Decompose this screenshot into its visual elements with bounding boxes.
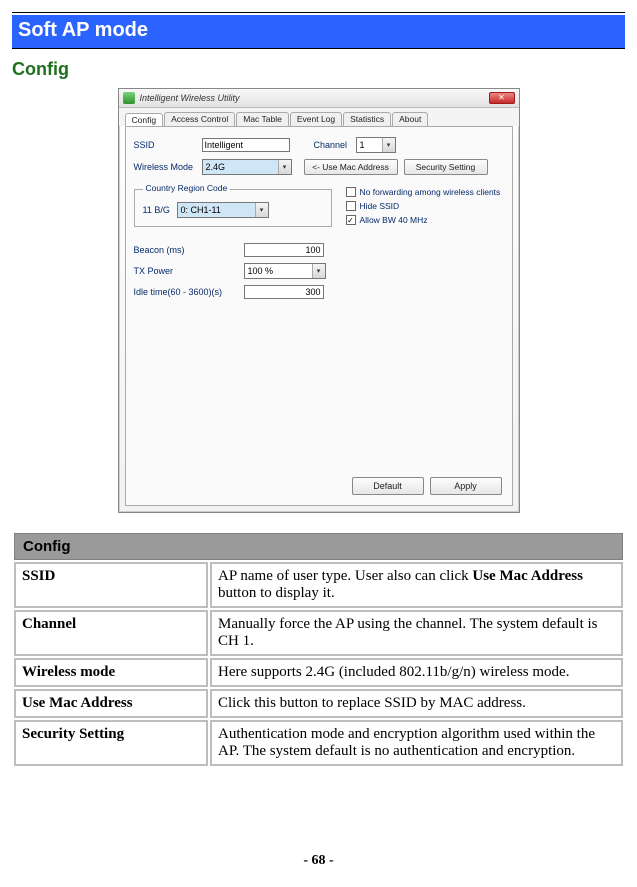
idle-time-input[interactable]: 300 bbox=[244, 285, 324, 299]
channel-label: Channel bbox=[314, 140, 356, 150]
country-region-legend: Country Region Code bbox=[143, 183, 231, 193]
no-forwarding-checkbox[interactable]: No forwarding among wireless clients bbox=[346, 187, 501, 197]
app-window: Intelligent Wireless Utility ✕ Config Ac… bbox=[118, 88, 520, 513]
table-row: Wireless mode Here supports 2.4G (includ… bbox=[14, 658, 623, 687]
allow-bw40-label: Allow BW 40 MHz bbox=[360, 215, 428, 225]
ssid-input[interactable]: Intelligent bbox=[202, 138, 290, 152]
table-row: Security Setting Authentication mode and… bbox=[14, 720, 623, 766]
text-fragment: AP name of user type. User also can clic… bbox=[218, 568, 472, 584]
tab-event-log[interactable]: Event Log bbox=[290, 112, 342, 126]
row-key-channel: Channel bbox=[14, 610, 208, 656]
chevron-down-icon: ▾ bbox=[312, 264, 325, 278]
apply-button[interactable]: Apply bbox=[430, 477, 502, 495]
row-desc-channel: Manually force the AP using the channel.… bbox=[210, 610, 623, 656]
channel-value: 1 bbox=[357, 138, 382, 152]
page-number: - 68 - bbox=[0, 853, 637, 869]
txpower-label: TX Power bbox=[134, 266, 244, 276]
config-table-header: Config bbox=[14, 533, 623, 560]
row-key-security: Security Setting bbox=[14, 720, 208, 766]
tab-mac-table[interactable]: Mac Table bbox=[236, 112, 289, 126]
country-11bg-label: 11 B/G bbox=[143, 205, 177, 215]
row-desc-wireless-mode: Here supports 2.4G (included 802.11b/g/n… bbox=[210, 658, 623, 687]
row-key-use-mac: Use Mac Address bbox=[14, 689, 208, 718]
wireless-mode-value: 2.4G bbox=[203, 160, 278, 174]
config-table: Config SSID AP name of user type. User a… bbox=[12, 531, 625, 768]
txpower-value: 100 % bbox=[245, 264, 312, 278]
tab-statistics[interactable]: Statistics bbox=[343, 112, 391, 126]
chevron-down-icon: ▾ bbox=[255, 203, 268, 217]
app-icon bbox=[123, 92, 135, 104]
chevron-down-icon: ▾ bbox=[278, 160, 291, 174]
txpower-select[interactable]: 100 % ▾ bbox=[244, 263, 326, 279]
close-icon[interactable]: ✕ bbox=[489, 92, 515, 104]
table-row: Channel Manually force the AP using the … bbox=[14, 610, 623, 656]
beacon-label: Beacon (ms) bbox=[134, 245, 244, 255]
tab-strip: Config Access Control Mac Table Event Lo… bbox=[119, 108, 519, 126]
row-desc-ssid: AP name of user type. User also can clic… bbox=[210, 562, 623, 608]
default-button[interactable]: Default bbox=[352, 477, 424, 495]
country-region-value: 0: CH1-11 bbox=[178, 203, 255, 217]
window-titlebar: Intelligent Wireless Utility ✕ bbox=[119, 89, 519, 108]
country-region-group: Country Region Code 11 B/G 0: CH1-11 ▾ bbox=[134, 189, 332, 227]
text-bold: Use Mac Address bbox=[472, 568, 583, 584]
checkbox-checked-icon: ✓ bbox=[346, 215, 356, 225]
idle-time-label: Idle time(60 - 3600)(s) bbox=[134, 287, 244, 297]
no-forwarding-label: No forwarding among wireless clients bbox=[360, 187, 501, 197]
subheading-config: Config bbox=[12, 59, 625, 80]
section-title: Soft AP mode bbox=[12, 15, 625, 49]
tab-access-control[interactable]: Access Control bbox=[164, 112, 235, 126]
security-setting-button[interactable]: Security Setting bbox=[404, 159, 488, 175]
row-desc-use-mac: Click this button to replace SSID by MAC… bbox=[210, 689, 623, 718]
tab-config[interactable]: Config bbox=[125, 113, 164, 127]
beacon-input[interactable]: 100 bbox=[244, 243, 324, 257]
screenshot-container: Intelligent Wireless Utility ✕ Config Ac… bbox=[12, 88, 625, 513]
tab-body: SSID Intelligent Channel 1 ▾ Wireless Mo… bbox=[125, 126, 513, 506]
row-desc-security: Authentication mode and encryption algor… bbox=[210, 720, 623, 766]
checkbox-icon bbox=[346, 201, 356, 211]
window-title: Intelligent Wireless Utility bbox=[140, 93, 489, 103]
channel-select[interactable]: 1 ▾ bbox=[356, 137, 396, 153]
chevron-down-icon: ▾ bbox=[382, 138, 395, 152]
tab-about[interactable]: About bbox=[392, 112, 428, 126]
table-row: Use Mac Address Click this button to rep… bbox=[14, 689, 623, 718]
hide-ssid-label: Hide SSID bbox=[360, 201, 400, 211]
row-key-ssid: SSID bbox=[14, 562, 208, 608]
allow-bw40-checkbox[interactable]: ✓ Allow BW 40 MHz bbox=[346, 215, 501, 225]
wireless-mode-select[interactable]: 2.4G ▾ bbox=[202, 159, 292, 175]
text-fragment: button to display it. bbox=[218, 585, 335, 601]
country-region-select[interactable]: 0: CH1-11 ▾ bbox=[177, 202, 269, 218]
hide-ssid-checkbox[interactable]: Hide SSID bbox=[346, 201, 501, 211]
checkbox-icon bbox=[346, 187, 356, 197]
ssid-label: SSID bbox=[134, 140, 202, 150]
config-table-header-cell: Config bbox=[14, 533, 623, 560]
table-row: SSID AP name of user type. User also can… bbox=[14, 562, 623, 608]
use-mac-address-button[interactable]: <- Use Mac Address bbox=[304, 159, 398, 175]
row-key-wireless-mode: Wireless mode bbox=[14, 658, 208, 687]
wireless-mode-label: Wireless Mode bbox=[134, 162, 202, 172]
